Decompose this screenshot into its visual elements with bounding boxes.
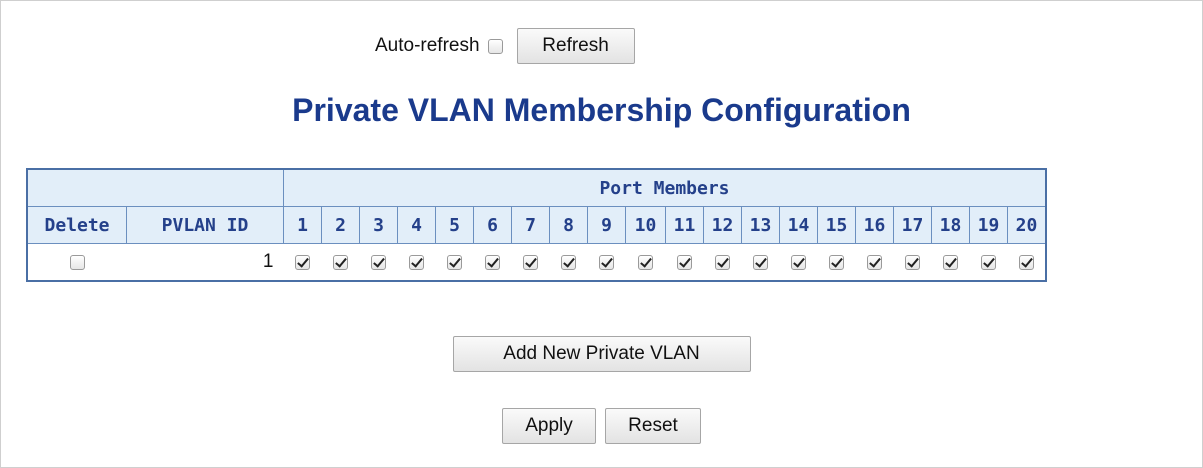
empty-header-cell [26,168,284,207]
port-member-cell [321,243,360,281]
port-12-member-checkbox[interactable] [715,255,730,270]
auto-refresh-label: Auto-refresh [375,35,480,56]
port-17-member-checkbox[interactable] [905,255,920,270]
port-member-cell [511,243,550,281]
port-header-18: 18 [931,206,970,244]
port-member-cell [1007,243,1046,281]
port-header-17: 17 [893,206,932,244]
port-header-11: 11 [665,206,704,244]
delete-header: Delete [26,206,127,244]
port-header-8: 8 [549,206,588,244]
port-member-cell [397,243,436,281]
port-header-10: 10 [625,206,666,244]
port-10-member-checkbox[interactable] [638,255,653,270]
column-header-row: Delete PVLAN ID 1 2 3 4 5 6 7 8 9 10 11 12 13 14 15 16 1… [26,206,1047,244]
port-header-1: 1 [283,206,322,244]
port-header-9: 9 [587,206,626,244]
port-20-member-checkbox[interactable] [1018,255,1034,270]
port-11-member-checkbox[interactable] [677,255,692,270]
port-7-member-checkbox[interactable] [523,255,538,270]
port-member-cell [855,243,894,281]
port-2-member-checkbox[interactable] [333,255,348,270]
port-member-cell [473,243,512,281]
port-6-member-checkbox[interactable] [485,255,500,270]
pvlan-id-header: PVLAN ID [126,206,284,244]
add-new-private-vlan-button[interactable]: Add New Private VLAN [452,336,751,372]
port-4-member-checkbox[interactable] [409,255,424,270]
port-member-cell [587,243,626,281]
port-16-member-checkbox[interactable] [867,255,882,270]
port-header-20: 20 [1007,206,1047,244]
port-header-13: 13 [741,206,780,244]
port-members-header: Port Members [283,168,1047,207]
port-header-6: 6 [473,206,512,244]
port-5-member-checkbox[interactable] [447,255,462,270]
port-header-5: 5 [435,206,474,244]
port-header-16: 16 [855,206,894,244]
refresh-bar: Auto-refresh Refresh [375,27,635,65]
port-8-member-checkbox[interactable] [561,255,576,270]
port-member-cell [779,243,818,281]
delete-cell [27,243,127,281]
port-member-cell [741,243,780,281]
port-member-cell [283,243,322,281]
page-title: Private VLAN Membership Configuration [292,92,911,128]
pvlan-id-cell: 1 [126,243,284,281]
port-member-cell [703,243,742,281]
port-member-cell [969,243,1008,281]
auto-refresh-checkbox[interactable] [487,38,503,54]
group-header-row: Port Members [26,168,1047,207]
pvlan-table: Port Members Delete PVLAN ID 1 2 3 4 5 6 7 8 9 10… [26,168,1047,282]
apply-reset-row: Apply Reset [0,408,1203,444]
port-member-cell [625,243,666,281]
port-header-3: 3 [359,206,398,244]
port-member-cell [817,243,856,281]
port-member-cell [931,243,970,281]
port-header-7: 7 [511,206,550,244]
port-15-member-checkbox[interactable] [829,255,844,270]
port-member-cell [359,243,398,281]
port-member-cell [893,243,932,281]
port-header-19: 19 [969,206,1008,244]
port-13-member-checkbox[interactable] [753,255,768,270]
table-body: 1 [27,243,1046,281]
port-19-member-checkbox[interactable] [981,255,996,270]
port-header-12: 12 [703,206,742,244]
port-9-member-checkbox[interactable] [599,255,614,270]
add-row: Add New Private VLAN [0,336,1203,372]
port-3-member-checkbox[interactable] [371,255,386,270]
port-header-15: 15 [817,206,856,244]
port-header-4: 4 [397,206,436,244]
port-header-14: 14 [779,206,818,244]
port-14-member-checkbox[interactable] [791,255,806,270]
delete-checkbox[interactable] [69,255,85,270]
port-member-cell [435,243,474,281]
port-member-cell [665,243,704,281]
port-1-member-checkbox[interactable] [295,255,310,270]
port-header-2: 2 [321,206,360,244]
port-18-member-checkbox[interactable] [943,255,958,270]
refresh-button[interactable]: Refresh [516,28,635,64]
reset-button[interactable]: Reset [605,408,701,444]
port-member-cell [549,243,588,281]
table-row: 1 [27,243,1046,281]
apply-button[interactable]: Apply [502,408,596,444]
